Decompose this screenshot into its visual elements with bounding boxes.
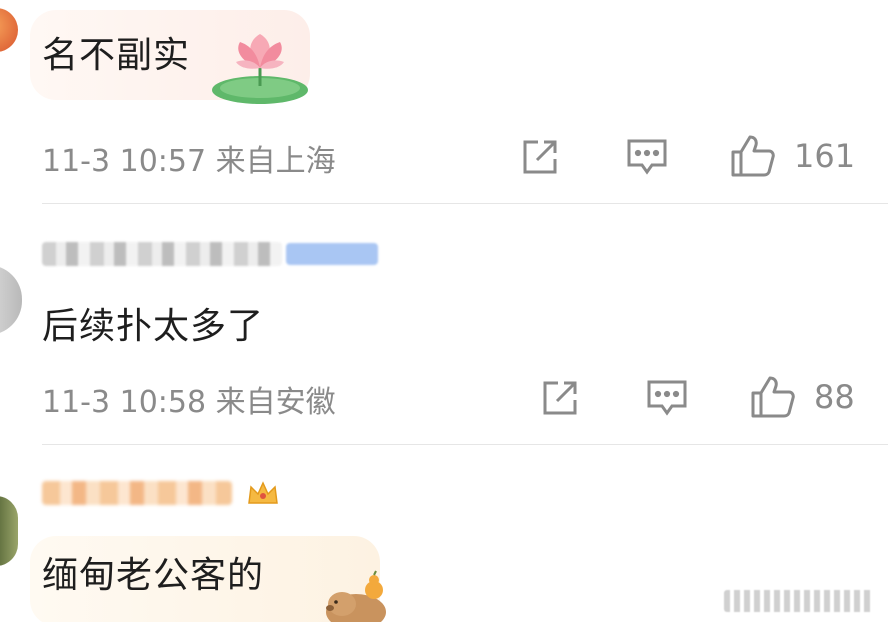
username-redacted	[42, 242, 282, 266]
crown-icon	[247, 481, 278, 504]
comment-icon	[647, 380, 687, 416]
username-redacted	[42, 481, 232, 505]
username[interactable]	[42, 478, 280, 510]
comment-meta: 11-3 10:57 来自上海	[42, 136, 336, 180]
comment-icon	[627, 139, 667, 175]
watermark	[724, 590, 874, 612]
capybara-sticker	[326, 570, 386, 622]
like-button[interactable]: 88	[750, 375, 855, 419]
lotus-sticker	[212, 34, 308, 104]
comment-text: 后续扑太多了	[42, 306, 265, 347]
avatar[interactable]	[0, 265, 22, 335]
share-icon	[543, 381, 577, 415]
reply-button[interactable]	[646, 378, 688, 418]
comment-time: 11-3 10:57	[42, 144, 207, 179]
share-button[interactable]	[540, 378, 580, 418]
comment-meta: 11-3 10:58 来自安徽	[42, 377, 336, 421]
thumbs-up-icon	[731, 135, 775, 177]
divider	[42, 444, 888, 445]
thumbs-up-icon	[751, 376, 795, 418]
comment-location: 来自安徽	[215, 385, 336, 420]
comment-text: 缅甸老公客的	[42, 555, 265, 596]
vip-badge	[286, 243, 378, 265]
comment-text: 名不副实	[42, 35, 191, 76]
username[interactable]	[42, 239, 378, 271]
comment-item: 后续扑太多了 11-3 10:58 来自安徽 88	[0, 205, 888, 445]
comment-item: 名不副实 11-3 10:57 来自上海 161	[0, 0, 888, 204]
avatar[interactable]	[0, 8, 18, 52]
reply-button[interactable]	[626, 137, 668, 177]
like-button[interactable]: 161	[730, 134, 855, 178]
comment-time: 11-3 10:58	[42, 385, 207, 420]
like-count: 161	[794, 137, 856, 175]
share-button[interactable]	[520, 137, 560, 177]
comment-location: 来自上海	[215, 144, 336, 179]
avatar[interactable]	[0, 496, 18, 566]
like-count: 88	[814, 378, 855, 416]
divider	[42, 203, 888, 204]
share-icon	[523, 140, 557, 174]
